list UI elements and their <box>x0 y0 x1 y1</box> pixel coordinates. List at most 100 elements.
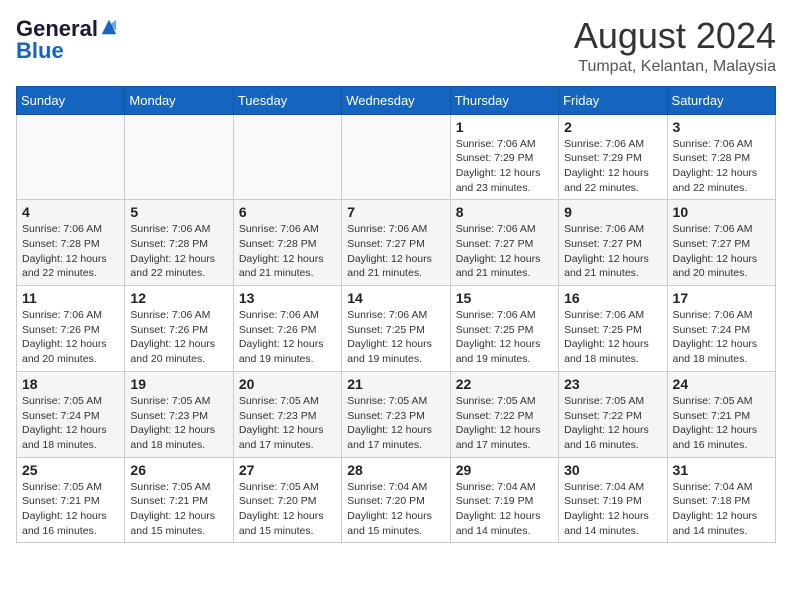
day-info: Sunrise: 7:05 AM Sunset: 7:22 PM Dayligh… <box>456 394 553 453</box>
day-number: 29 <box>456 462 553 478</box>
calendar-cell: 26 Sunrise: 7:05 AM Sunset: 7:21 PM Dayli… <box>125 457 233 543</box>
day-number: 26 <box>130 462 227 478</box>
calendar-cell: 3Sunrise: 7:06 AM Sunset: 7:28 PM Daylig… <box>667 114 775 200</box>
day-number: 15 <box>456 290 553 306</box>
day-info: Sunrise: 7:06 AM Sunset: 7:26 PM Dayligh… <box>239 308 336 367</box>
day-number: 6 <box>239 204 336 220</box>
calendar-cell: 15 Sunrise: 7:06 AM Sunset: 7:25 PM Dayli… <box>450 286 558 372</box>
logo-blue: Blue <box>16 42 118 60</box>
day-number: 5 <box>130 204 227 220</box>
day-info: Sunrise: 7:06 AM Sunset: 7:27 PM Dayligh… <box>347 222 444 281</box>
day-info: Sunrise: 7:05 AM Sunset: 7:21 PM Dayligh… <box>22 480 119 539</box>
calendar-cell: 12 Sunrise: 7:06 AM Sunset: 7:26 PM Dayli… <box>125 286 233 372</box>
day-info: Sunrise: 7:06 AM Sunset: 7:25 PM Dayligh… <box>564 308 661 367</box>
day-info: Sunrise: 7:05 AM Sunset: 7:23 PM Dayligh… <box>130 394 227 453</box>
day-of-week-header: Thursday <box>450 86 558 114</box>
day-number: 23 <box>564 376 661 392</box>
calendar-cell: 2Sunrise: 7:06 AM Sunset: 7:29 PM Daylig… <box>559 114 667 200</box>
day-info: Sunrise: 7:04 AM Sunset: 7:18 PM Dayligh… <box>673 480 770 539</box>
day-number: 14 <box>347 290 444 306</box>
day-of-week-header: Sunday <box>17 86 125 114</box>
day-of-week-header: Tuesday <box>233 86 341 114</box>
calendar-cell: 18 Sunrise: 7:05 AM Sunset: 7:24 PM Dayli… <box>17 371 125 457</box>
calendar-cell <box>342 114 450 200</box>
day-number: 16 <box>564 290 661 306</box>
day-number: 22 <box>456 376 553 392</box>
day-info: Sunrise: 7:06 AM Sunset: 7:26 PM Dayligh… <box>130 308 227 367</box>
calendar-week-row: 18 Sunrise: 7:05 AM Sunset: 7:24 PM Dayli… <box>17 371 776 457</box>
calendar-cell: 10Sunrise: 7:06 AM Sunset: 7:27 PM Dayli… <box>667 200 775 286</box>
calendar-week-row: 4 Sunrise: 7:06 AM Sunset: 7:28 PM Daylig… <box>17 200 776 286</box>
day-info: Sunrise: 7:06 AM Sunset: 7:25 PM Dayligh… <box>456 308 553 367</box>
day-number: 18 <box>22 376 119 392</box>
logo: General Blue <box>16 16 118 60</box>
calendar-cell: 29 Sunrise: 7:04 AM Sunset: 7:19 PM Dayli… <box>450 457 558 543</box>
day-info: Sunrise: 7:06 AM Sunset: 7:28 PM Dayligh… <box>130 222 227 281</box>
calendar-week-row: 1 Sunrise: 7:06 AM Sunset: 7:29 PM Daylig… <box>17 114 776 200</box>
day-number: 11 <box>22 290 119 306</box>
day-info: Sunrise: 7:06 AM Sunset: 7:24 PM Dayligh… <box>673 308 770 367</box>
calendar-cell: 17 Sunrise: 7:06 AM Sunset: 7:24 PM Dayli… <box>667 286 775 372</box>
day-number: 1 <box>456 119 553 135</box>
day-info: Sunrise: 7:06 AM Sunset: 7:29 PM Dayligh… <box>456 137 553 196</box>
day-info: Sunrise: 7:06 AM Sunset: 7:26 PM Dayligh… <box>22 308 119 367</box>
day-info: Sunrise: 7:05 AM Sunset: 7:23 PM Dayligh… <box>239 394 336 453</box>
day-number: 17 <box>673 290 770 306</box>
day-info: Sunrise: 7:05 AM Sunset: 7:24 PM Dayligh… <box>22 394 119 453</box>
day-of-week-header: Wednesday <box>342 86 450 114</box>
day-number: 7 <box>347 204 444 220</box>
day-number: 25 <box>22 462 119 478</box>
calendar-cell: 6 Sunrise: 7:06 AM Sunset: 7:28 PM Daylig… <box>233 200 341 286</box>
day-info: Sunrise: 7:06 AM Sunset: 7:28 PM Dayligh… <box>22 222 119 281</box>
day-number: 3 <box>673 119 770 135</box>
calendar-cell: 13 Sunrise: 7:06 AM Sunset: 7:26 PM Dayli… <box>233 286 341 372</box>
day-info: Sunrise: 7:05 AM Sunset: 7:23 PM Dayligh… <box>347 394 444 453</box>
calendar-header-row: SundayMondayTuesdayWednesdayThursdayFrid… <box>17 86 776 114</box>
day-info: Sunrise: 7:04 AM Sunset: 7:19 PM Dayligh… <box>456 480 553 539</box>
calendar-cell: 1 Sunrise: 7:06 AM Sunset: 7:29 PM Daylig… <box>450 114 558 200</box>
day-number: 4 <box>22 204 119 220</box>
calendar-cell: 19Sunrise: 7:05 AM Sunset: 7:23 PM Dayli… <box>125 371 233 457</box>
calendar-cell: 16 Sunrise: 7:06 AM Sunset: 7:25 PM Dayli… <box>559 286 667 372</box>
day-number: 12 <box>130 290 227 306</box>
day-info: Sunrise: 7:06 AM Sunset: 7:27 PM Dayligh… <box>456 222 553 281</box>
logo-icon <box>100 18 118 36</box>
day-info: Sunrise: 7:05 AM Sunset: 7:22 PM Dayligh… <box>564 394 661 453</box>
day-info: Sunrise: 7:06 AM Sunset: 7:27 PM Dayligh… <box>564 222 661 281</box>
calendar-cell: 24Sunrise: 7:05 AM Sunset: 7:21 PM Dayli… <box>667 371 775 457</box>
day-number: 21 <box>347 376 444 392</box>
calendar-cell <box>233 114 341 200</box>
calendar-cell: 11 Sunrise: 7:06 AM Sunset: 7:26 PM Dayli… <box>17 286 125 372</box>
calendar-cell: 5 Sunrise: 7:06 AM Sunset: 7:28 PM Daylig… <box>125 200 233 286</box>
day-number: 13 <box>239 290 336 306</box>
header: General Blue August 2024 Tumpat, Kelanta… <box>16 16 776 76</box>
subtitle: Tumpat, Kelantan, Malaysia <box>574 58 776 76</box>
day-of-week-header: Friday <box>559 86 667 114</box>
day-number: 9 <box>564 204 661 220</box>
calendar-cell: 30 Sunrise: 7:04 AM Sunset: 7:19 PM Dayli… <box>559 457 667 543</box>
day-of-week-header: Saturday <box>667 86 775 114</box>
day-info: Sunrise: 7:05 AM Sunset: 7:21 PM Dayligh… <box>673 394 770 453</box>
day-info: Sunrise: 7:06 AM Sunset: 7:28 PM Dayligh… <box>239 222 336 281</box>
day-info: Sunrise: 7:05 AM Sunset: 7:21 PM Dayligh… <box>130 480 227 539</box>
day-info: Sunrise: 7:06 AM Sunset: 7:25 PM Dayligh… <box>347 308 444 367</box>
calendar-cell <box>17 114 125 200</box>
day-number: 10 <box>673 204 770 220</box>
day-number: 28 <box>347 462 444 478</box>
day-info: Sunrise: 7:06 AM Sunset: 7:29 PM Dayligh… <box>564 137 661 196</box>
day-info: Sunrise: 7:04 AM Sunset: 7:19 PM Dayligh… <box>564 480 661 539</box>
day-info: Sunrise: 7:05 AM Sunset: 7:20 PM Dayligh… <box>239 480 336 539</box>
calendar-cell: 21 Sunrise: 7:05 AM Sunset: 7:23 PM Dayli… <box>342 371 450 457</box>
day-info: Sunrise: 7:04 AM Sunset: 7:20 PM Dayligh… <box>347 480 444 539</box>
calendar-cell: 14 Sunrise: 7:06 AM Sunset: 7:25 PM Dayli… <box>342 286 450 372</box>
day-of-week-header: Monday <box>125 86 233 114</box>
calendar-cell: 25 Sunrise: 7:05 AM Sunset: 7:21 PM Dayli… <box>17 457 125 543</box>
calendar-cell: 8 Sunrise: 7:06 AM Sunset: 7:27 PM Daylig… <box>450 200 558 286</box>
day-number: 8 <box>456 204 553 220</box>
calendar-week-row: 25 Sunrise: 7:05 AM Sunset: 7:21 PM Dayli… <box>17 457 776 543</box>
calendar-cell: 7 Sunrise: 7:06 AM Sunset: 7:27 PM Daylig… <box>342 200 450 286</box>
day-number: 31 <box>673 462 770 478</box>
calendar-cell: 9 Sunrise: 7:06 AM Sunset: 7:27 PM Daylig… <box>559 200 667 286</box>
day-number: 30 <box>564 462 661 478</box>
day-number: 27 <box>239 462 336 478</box>
